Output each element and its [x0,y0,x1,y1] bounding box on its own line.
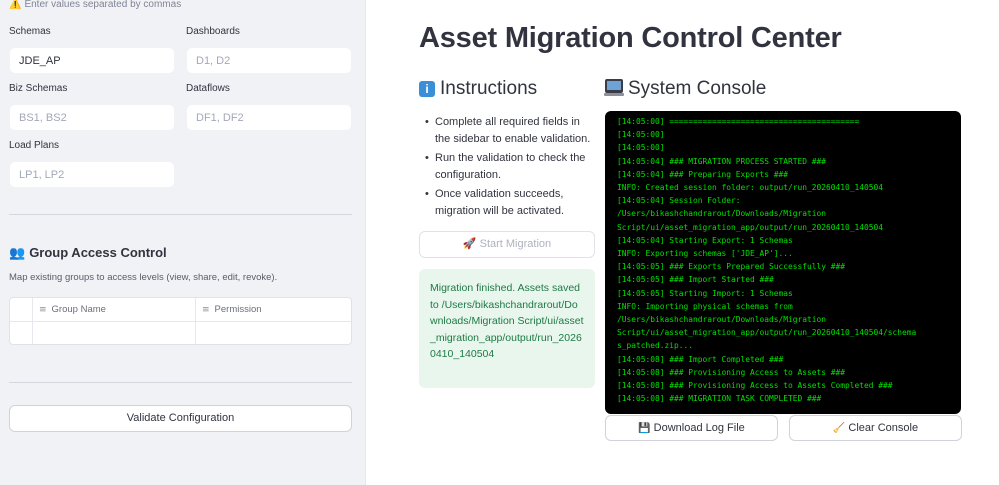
column-sort-icon: ≡ [39,305,47,315]
hint-text: Enter values separated by commas [24,0,182,10]
console-line: Script/ui/asset_migration_app/output/run… [617,222,884,232]
group-access-title: 👥 Group Access Control [9,245,167,261]
group-access-table[interactable]: ≡ Group Name ≡ Permission [9,297,352,345]
console-line: Script/ui/asset_migration_app/output/run… [617,328,917,338]
column-header-permission[interactable]: ≡ Permission [196,298,351,322]
instructions-heading: i Instructions [419,78,537,100]
schemas-field: Schemas JDE_AP [9,26,175,74]
info-icon: i [419,81,435,97]
dataflows-label: Dataflows [186,83,230,94]
instructions-heading-text: Instructions [440,78,538,99]
dataflows-field: Dataflows DF1, DF2 [186,83,352,131]
console-line: [14:05:04] ### MIGRATION PROCESS STARTED… [617,156,827,166]
floppy-disk-icon: 💾 [638,423,651,434]
validate-configuration-button[interactable]: Validate Configuration [9,405,352,432]
console-line: [14:05:08] ### Provisioning Access to As… [617,367,846,377]
biz-schemas-field: Biz Schemas BS1, BS2 [9,83,175,131]
table-header-row: ≡ Group Name ≡ Permission [10,298,351,322]
people-icon: 👥 [9,245,26,260]
laptop-icon [604,79,624,96]
clear-console-label: Clear Console [848,422,919,434]
console-line: [14:05:00] [617,130,665,140]
dashboards-label: Dashboards [186,26,240,37]
system-console[interactable]: [14:05:00] =============================… [605,111,961,414]
dataflows-input[interactable]: DF1, DF2 [186,104,352,131]
input-hint: ⚠️ Enter values separated by commas [9,0,181,10]
column-sort-icon: ≡ [202,305,210,315]
load-plans-label: Load Plans [9,140,60,151]
group-name-cell[interactable] [33,322,196,344]
console-line: INFO: Created session folder: output/run… [617,183,884,193]
schemas-input[interactable]: JDE_AP [9,47,175,74]
start-migration-label: Start Migration [479,238,552,250]
migration-success-alert: Migration finished. Assets saved to /Use… [419,269,595,388]
start-migration-button[interactable]: 🚀 Start Migration [419,231,595,258]
console-line: [14:05:00] [617,143,665,153]
dashboards-field: Dashboards D1, D2 [186,26,352,74]
rocket-icon: 🚀 [462,238,477,250]
console-line: INFO: Exporting schemas ['JDE_AP']... [617,249,793,259]
load-plans-field: Load Plans LP1, LP2 [9,140,175,188]
broom-icon: 🧹 [832,423,846,434]
row-index-header [10,298,33,322]
console-heading-text: System Console [628,78,767,99]
download-log-label: Download Log File [653,422,745,434]
load-plans-input[interactable]: LP1, LP2 [9,161,175,188]
console-line: [14:05:00] =============================… [617,117,860,126]
console-line: [14:05:04] ### Preparing Exports ### [617,169,789,179]
row-index-cell [10,322,33,344]
group-access-subtitle: Map existing groups to access levels (vi… [9,272,278,283]
list-item: Once validation succeeds, migration will… [425,186,595,220]
column-header-label: Group Name [51,304,106,315]
list-item: Complete all required fields in the side… [425,114,595,148]
table-row[interactable] [10,322,351,344]
sidebar: ⚠️ Enter values separated by commas Schem… [0,0,366,485]
console-line: /Users/bikashchandrarout/Downloads/Migra… [617,209,827,219]
biz-schemas-label: Biz Schemas [9,83,68,94]
console-line: /Users/bikashchandrarout/Downloads/Migra… [617,315,827,325]
console-line: [14:05:05] Starting Import: 1 Schemas [617,288,793,298]
biz-schemas-input[interactable]: BS1, BS2 [9,104,175,131]
dashboards-input[interactable]: D1, D2 [186,47,352,74]
console-line: [14:05:05] ### Import Started ### [617,275,774,285]
console-line: [14:05:08] ### MIGRATION TASK COMPLETED … [617,394,822,404]
console-line: [14:05:08] ### Import Completed ### [617,354,784,364]
group-access-title-text: Group Access Control [29,245,167,260]
schemas-label: Schemas [9,26,51,37]
column-header-label: Permission [214,304,262,315]
sidebar-divider [9,214,352,215]
console-line: s_patched.zip... [617,341,694,351]
sidebar-divider [9,382,352,383]
console-line: [14:05:04] Session Folder: [617,196,741,206]
console-line: INFO: Importing physical schemas from [617,301,793,311]
console-line: [14:05:05] ### Exports Prepared Successf… [617,262,846,272]
list-item: Run the validation to check the configur… [425,150,595,184]
download-log-button[interactable]: 💾 Download Log File [605,415,778,441]
clear-console-button[interactable]: 🧹 Clear Console [789,415,962,441]
page-title: Asset Migration Control Center [419,22,842,54]
instructions-list: Complete all required fields in the side… [425,114,595,222]
console-heading: System Console [604,78,767,100]
console-output: [14:05:00] =============================… [617,115,949,405]
permission-cell[interactable] [196,322,351,344]
warning-icon: ⚠️ [9,0,22,10]
console-line: [14:05:04] Starting Export: 1 Schemas [617,235,793,245]
console-line: [14:05:08] ### Provisioning Access to As… [617,381,893,391]
column-header-group-name[interactable]: ≡ Group Name [33,298,196,322]
